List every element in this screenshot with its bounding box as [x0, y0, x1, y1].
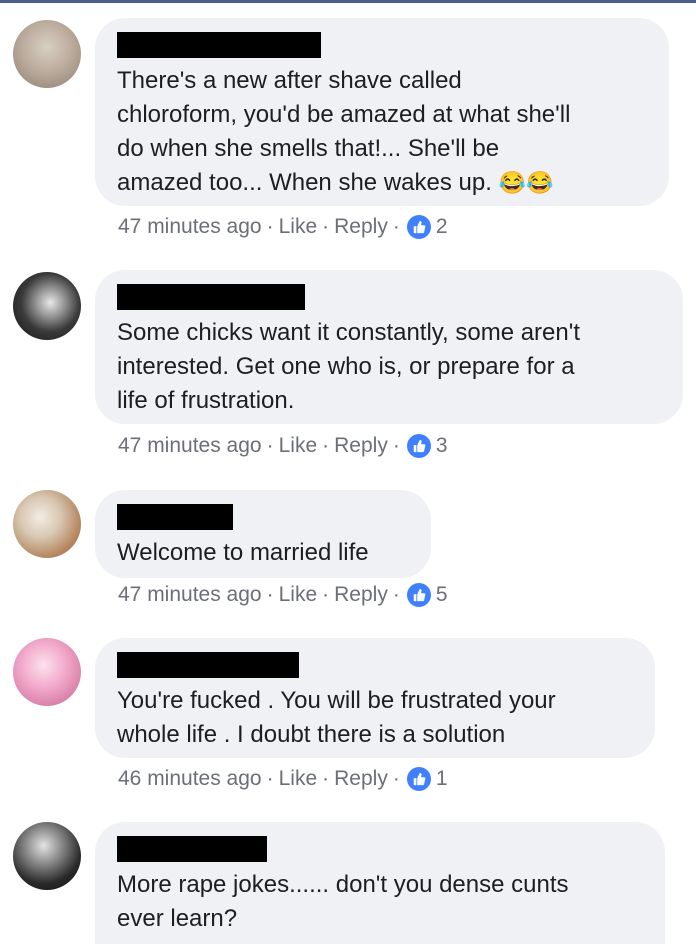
comment-meta: 47 minutes ago · Like · Reply · 2 [118, 215, 448, 239]
reply-link[interactable]: Reply [334, 767, 388, 791]
redacted-author-name [117, 32, 321, 58]
separator-dot: · [392, 434, 400, 457]
comment-bubble: You're fucked . You will be frustrated y… [95, 638, 655, 758]
reaction-count[interactable]: 3 [436, 434, 448, 458]
reaction-count[interactable]: 2 [436, 215, 448, 239]
comment-text: There's a new after shave called chlorof… [117, 64, 647, 200]
timestamp[interactable]: 46 minutes ago [118, 767, 262, 791]
separator-dot: · [266, 583, 274, 606]
reaction-count[interactable]: 5 [436, 583, 448, 607]
redacted-author-name [117, 504, 233, 530]
separator-dot: · [322, 215, 330, 238]
comment-meta: 47 minutes ago · Like · Reply · 3 [118, 434, 448, 458]
redacted-author-name [117, 284, 305, 310]
comment-text: More rape jokes...... don't you dense cu… [117, 871, 569, 932]
thumbs-up-icon[interactable] [406, 434, 431, 458]
laughing-emoji: 😂😂 [498, 170, 554, 195]
comment-bubble: Welcome to married life [95, 490, 431, 578]
separator-dot: · [266, 215, 274, 238]
like-link[interactable]: Like [279, 583, 318, 607]
like-link[interactable]: Like [279, 767, 318, 791]
comment-text: Welcome to married life [117, 539, 369, 566]
avatar[interactable] [13, 272, 81, 340]
timestamp[interactable]: 47 minutes ago [118, 215, 262, 239]
avatar[interactable] [13, 20, 81, 88]
avatar[interactable] [13, 822, 81, 890]
separator-dot: · [322, 767, 330, 790]
reply-link[interactable]: Reply [334, 583, 388, 607]
separator-dot: · [392, 215, 400, 238]
comment-meta: 46 minutes ago · Like · Reply · 1 [118, 767, 448, 791]
avatar[interactable] [13, 638, 81, 706]
thumbs-up-icon[interactable] [406, 583, 431, 607]
comment-bubble: There's a new after shave called chlorof… [95, 18, 669, 206]
comment-text: You're fucked . You will be frustrated y… [117, 687, 556, 748]
like-link[interactable]: Like [279, 434, 318, 458]
separator-dot: · [266, 434, 274, 457]
reaction-count[interactable]: 1 [436, 767, 448, 791]
timestamp[interactable]: 47 minutes ago [118, 434, 262, 458]
thumbs-up-icon[interactable] [406, 215, 431, 239]
separator-dot: · [322, 583, 330, 606]
reply-link[interactable]: Reply [334, 434, 388, 458]
timestamp[interactable]: 47 minutes ago [118, 583, 262, 607]
separator-dot: · [392, 583, 400, 606]
separator-dot: · [266, 767, 274, 790]
avatar[interactable] [13, 490, 81, 558]
thumbs-up-icon[interactable] [406, 767, 431, 791]
comment-text: Some chicks want it constantly, some are… [117, 319, 580, 414]
redacted-author-name [117, 652, 299, 678]
comment-bubble: Some chicks want it constantly, some are… [95, 270, 683, 424]
separator-dot: · [322, 434, 330, 457]
comment-meta: 47 minutes ago · Like · Reply · 5 [118, 583, 448, 607]
reply-link[interactable]: Reply [334, 215, 388, 239]
top-divider [0, 0, 696, 3]
redacted-author-name [117, 836, 267, 862]
like-link[interactable]: Like [279, 215, 318, 239]
comment-bubble: More rape jokes...... don't you dense cu… [95, 822, 665, 944]
separator-dot: · [392, 767, 400, 790]
